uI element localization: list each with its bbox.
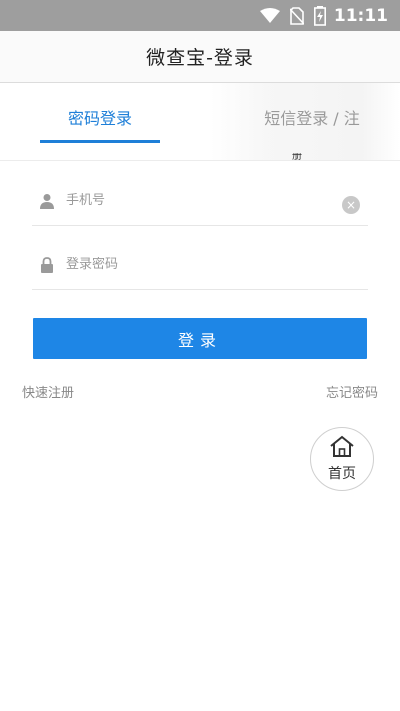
tab-password-login[interactable]: 密码登录 bbox=[40, 105, 160, 129]
register-link[interactable]: 快速注册 bbox=[22, 382, 74, 401]
no-sim-icon bbox=[289, 6, 304, 25]
login-button[interactable]: 登录 bbox=[33, 318, 367, 359]
login-form: × bbox=[32, 176, 368, 290]
status-bar: 11:11 bbox=[0, 0, 400, 31]
user-icon bbox=[36, 190, 58, 212]
battery-charging-icon bbox=[313, 5, 326, 26]
app-header: 微查宝-登录 bbox=[0, 31, 400, 83]
home-button-label: 首页 bbox=[328, 466, 356, 482]
phone-field: × bbox=[32, 176, 368, 226]
clear-icon[interactable]: × bbox=[342, 196, 360, 214]
home-button[interactable]: 首页 bbox=[310, 427, 374, 491]
tab-sms-login[interactable]: 短信登录 / 注 bbox=[222, 105, 400, 129]
forgot-password-link[interactable]: 忘记密码 bbox=[326, 382, 378, 401]
home-icon bbox=[329, 435, 355, 461]
phone-input[interactable] bbox=[66, 193, 326, 208]
password-input[interactable] bbox=[66, 257, 326, 272]
lock-icon bbox=[36, 254, 58, 276]
status-time: 11:11 bbox=[333, 5, 388, 26]
login-tabs: 密码登录 短信登录 / 注 册 bbox=[0, 83, 400, 161]
tab-active-indicator bbox=[40, 140, 160, 143]
page-title: 微查宝-登录 bbox=[146, 47, 254, 69]
wifi-icon bbox=[259, 7, 280, 24]
password-field bbox=[32, 240, 368, 290]
tab-overflow-text: 册 bbox=[292, 153, 302, 161]
